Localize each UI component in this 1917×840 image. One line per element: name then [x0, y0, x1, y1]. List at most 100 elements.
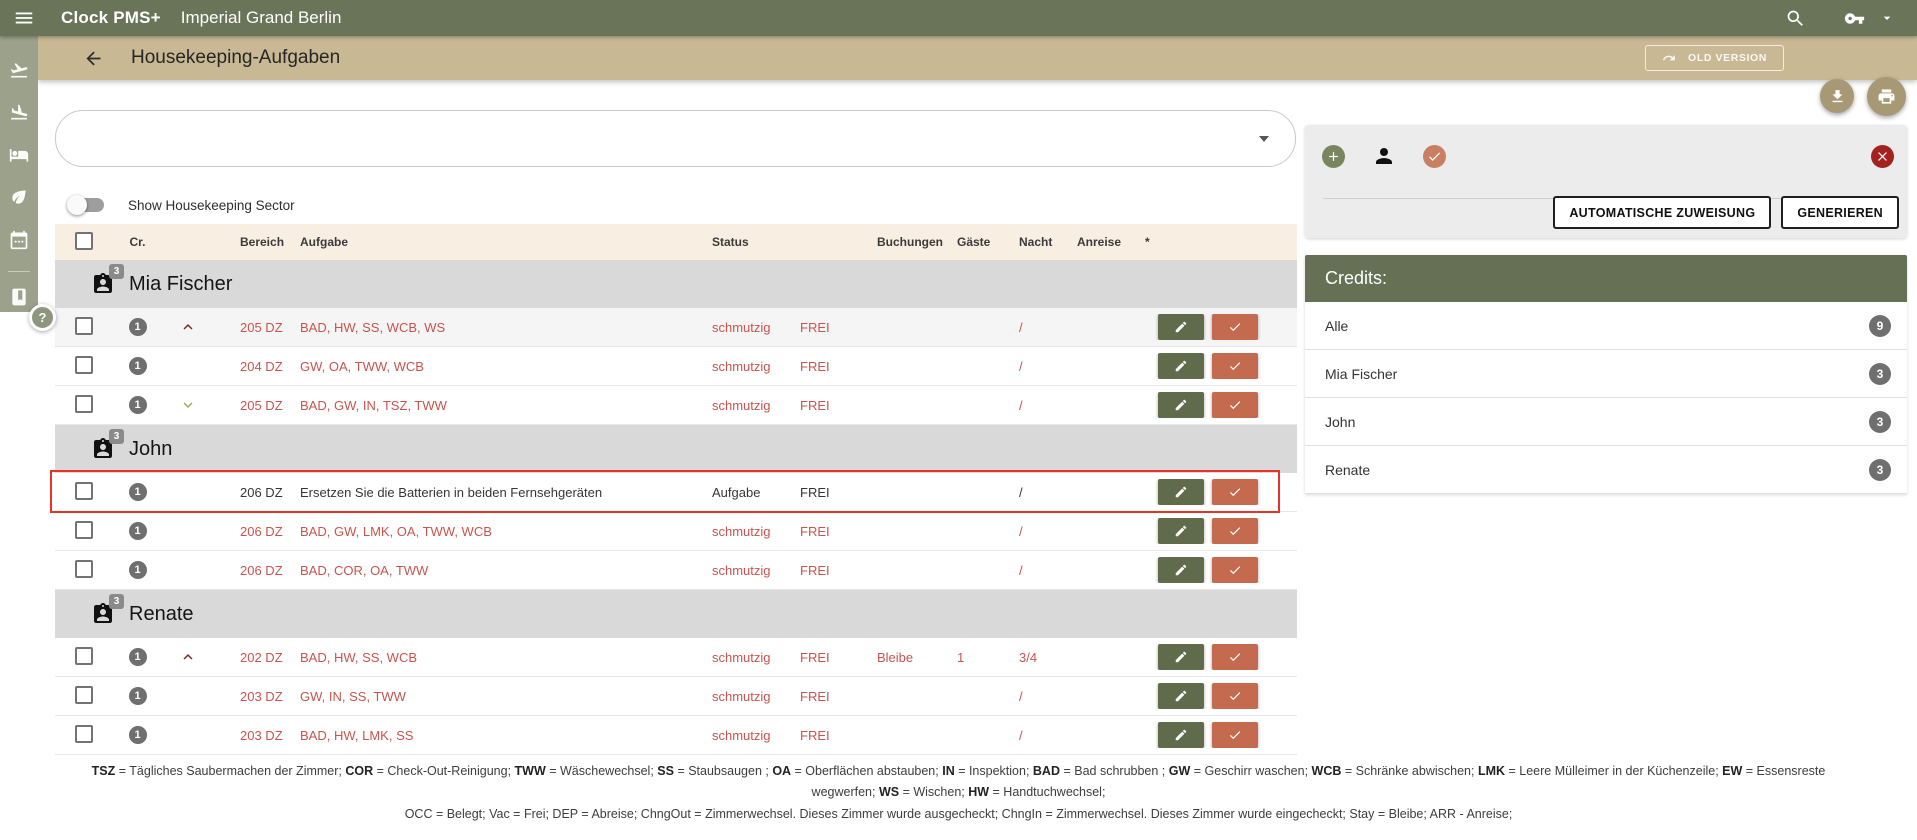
edit-task-button[interactable] — [1158, 722, 1204, 748]
task-row[interactable]: 1 203 DZ GW, IN, SS, TWW schmutzig FREI … — [55, 677, 1297, 716]
row-aufgabe[interactable]: GW, OA, TWW, WCB — [295, 359, 707, 374]
credit-row[interactable]: Mia Fischer 3 — [1305, 350, 1907, 398]
edit-task-button[interactable] — [1158, 557, 1204, 583]
task-row[interactable]: 1 203 DZ BAD, HW, LMK, SS schmutzig FREI… — [55, 716, 1297, 755]
complete-task-button[interactable] — [1212, 314, 1258, 340]
edit-task-button[interactable] — [1158, 683, 1204, 709]
row-bereich[interactable]: 206 DZ — [210, 563, 295, 578]
add-task-icon[interactable] — [1322, 144, 1345, 168]
housekeeping-sector-toggle[interactable] — [67, 195, 104, 215]
account-caret-down-icon[interactable] — [1879, 10, 1895, 26]
book-icon[interactable] — [9, 287, 29, 307]
row-checkbox[interactable] — [75, 559, 93, 578]
complete-task-button[interactable] — [1212, 722, 1258, 748]
task-row[interactable]: 1 206 DZ BAD, COR, OA, TWW schmutzig FRE… — [55, 551, 1297, 590]
row-checkbox[interactable] — [75, 685, 93, 704]
plus-icon — [1326, 149, 1341, 164]
complete-task-button[interactable] — [1212, 479, 1258, 505]
complete-task-button[interactable] — [1212, 683, 1258, 709]
flight-takeoff-icon[interactable] — [9, 60, 29, 80]
row-aufgabe[interactable]: BAD, HW, SS, WCB — [295, 650, 707, 665]
complete-task-button[interactable] — [1212, 557, 1258, 583]
row-aufgabe[interactable]: BAD, GW, IN, TSZ, TWW — [295, 398, 707, 413]
assign-person-icon[interactable] — [1372, 144, 1396, 168]
row-status: schmutzig — [712, 688, 771, 704]
help-button[interactable]: ? — [29, 304, 56, 331]
back-arrow-icon[interactable] — [83, 48, 104, 69]
complete-task-button[interactable] — [1212, 392, 1258, 418]
calendar-icon[interactable] — [9, 230, 29, 250]
row-checkbox[interactable] — [75, 724, 93, 743]
housekeeping-page: Clock PMS+ Imperial Grand Berlin ? House… — [0, 0, 1917, 840]
row-checkbox[interactable] — [75, 394, 93, 413]
menu-icon[interactable] — [13, 7, 35, 29]
flight-land-icon[interactable] — [9, 102, 29, 122]
complete-all-icon[interactable] — [1423, 144, 1446, 168]
auto-assign-button[interactable]: AUTOMATISCHE ZUWEISUNG — [1553, 196, 1772, 229]
key-icon[interactable] — [1844, 8, 1865, 29]
task-row[interactable]: 1 206 DZ BAD, GW, LMK, OA, TWW, WCB schm… — [55, 512, 1297, 551]
row-aufgabe[interactable]: Ersetzen Sie die Batterien in beiden Fer… — [295, 485, 707, 500]
check-icon — [1228, 398, 1242, 412]
table-header-row: Cr. Bereich Aufgabe Status Buchungen Gäs… — [55, 224, 1297, 260]
search-icon[interactable] — [1785, 8, 1806, 29]
row-aufgabe[interactable]: BAD, GW, LMK, OA, TWW, WCB — [295, 524, 707, 539]
pencil-icon — [1174, 650, 1188, 664]
credits-panel: Credits: Alle 9 Mia Fischer 3 John 3 Ren… — [1305, 255, 1907, 494]
property-name: Imperial Grand Berlin — [180, 8, 342, 27]
task-row[interactable]: 1 202 DZ BAD, HW, SS, WCB schmutzig FREI… — [55, 638, 1297, 677]
row-nacht: / — [1019, 319, 1023, 335]
staff-group-header[interactable]: 3 Renate — [55, 590, 1297, 638]
credit-row[interactable]: Alle 9 — [1305, 302, 1907, 350]
row-checkbox[interactable] — [75, 520, 93, 539]
row-bereich[interactable]: 203 DZ — [210, 728, 295, 743]
close-panel-icon[interactable] — [1871, 144, 1894, 168]
row-checkbox[interactable] — [75, 646, 93, 665]
row-status: schmutzig — [712, 319, 771, 335]
edit-task-button[interactable] — [1158, 644, 1204, 670]
row-aufgabe[interactable]: GW, IN, SS, TWW — [295, 689, 707, 704]
edit-task-button[interactable] — [1158, 392, 1204, 418]
row-bereich[interactable]: 206 DZ — [210, 485, 295, 500]
generate-button[interactable]: GENERIEREN — [1781, 196, 1899, 229]
edit-task-button[interactable] — [1158, 518, 1204, 544]
credit-row[interactable]: John 3 — [1305, 398, 1907, 446]
row-aufgabe[interactable]: BAD, HW, SS, WCB, WS — [295, 320, 707, 335]
task-row[interactable]: 1 204 DZ GW, OA, TWW, WCB schmutzig FREI… — [55, 347, 1297, 386]
row-bereich[interactable]: 205 DZ — [210, 398, 295, 413]
task-row[interactable]: 1 205 DZ BAD, GW, IN, TSZ, TWW schmutzig… — [55, 386, 1297, 425]
old-version-button[interactable]: OLD VERSION — [1645, 45, 1784, 71]
row-checkbox[interactable] — [75, 481, 93, 500]
eco-icon[interactable] — [9, 187, 29, 207]
row-bereich[interactable]: 205 DZ — [210, 320, 295, 335]
row-bereich[interactable]: 203 DZ — [210, 689, 295, 704]
hotel-icon[interactable] — [9, 145, 29, 165]
row-aufgabe[interactable]: BAD, COR, OA, TWW — [295, 563, 707, 578]
staff-group-header[interactable]: 3 John — [55, 425, 1297, 473]
complete-task-button[interactable] — [1212, 353, 1258, 379]
row-checkbox[interactable] — [75, 355, 93, 374]
complete-task-button[interactable] — [1212, 644, 1258, 670]
edit-task-button[interactable] — [1158, 353, 1204, 379]
download-button[interactable] — [1820, 79, 1854, 113]
edit-task-button[interactable] — [1158, 314, 1204, 340]
row-bereich[interactable]: 204 DZ — [210, 359, 295, 374]
staff-group-header[interactable]: 3 Mia Fischer — [55, 260, 1297, 308]
row-bereich[interactable]: 206 DZ — [210, 524, 295, 539]
task-row[interactable]: 1 206 DZ Ersetzen Sie die Batterien in b… — [55, 473, 1297, 512]
pencil-icon — [1174, 524, 1188, 538]
edit-task-button[interactable] — [1158, 479, 1204, 505]
row-checkbox[interactable] — [75, 316, 93, 335]
task-row[interactable]: 1 205 DZ BAD, HW, SS, WCB, WS schmutzig … — [55, 308, 1297, 347]
col-bereich: Bereich — [240, 235, 285, 249]
print-button[interactable] — [1867, 77, 1906, 116]
complete-task-button[interactable] — [1212, 518, 1258, 544]
row-bereich[interactable]: 202 DZ — [210, 650, 295, 665]
select-all-checkbox[interactable] — [75, 231, 93, 250]
room-filter-combobox[interactable] — [55, 110, 1296, 167]
row-aufgabe[interactable]: BAD, HW, LMK, SS — [295, 728, 707, 743]
filter-input[interactable] — [80, 130, 1235, 147]
check-icon — [1228, 728, 1242, 742]
credit-row[interactable]: Renate 3 — [1305, 446, 1907, 494]
combobox-caret-down-icon[interactable] — [1259, 135, 1269, 142]
